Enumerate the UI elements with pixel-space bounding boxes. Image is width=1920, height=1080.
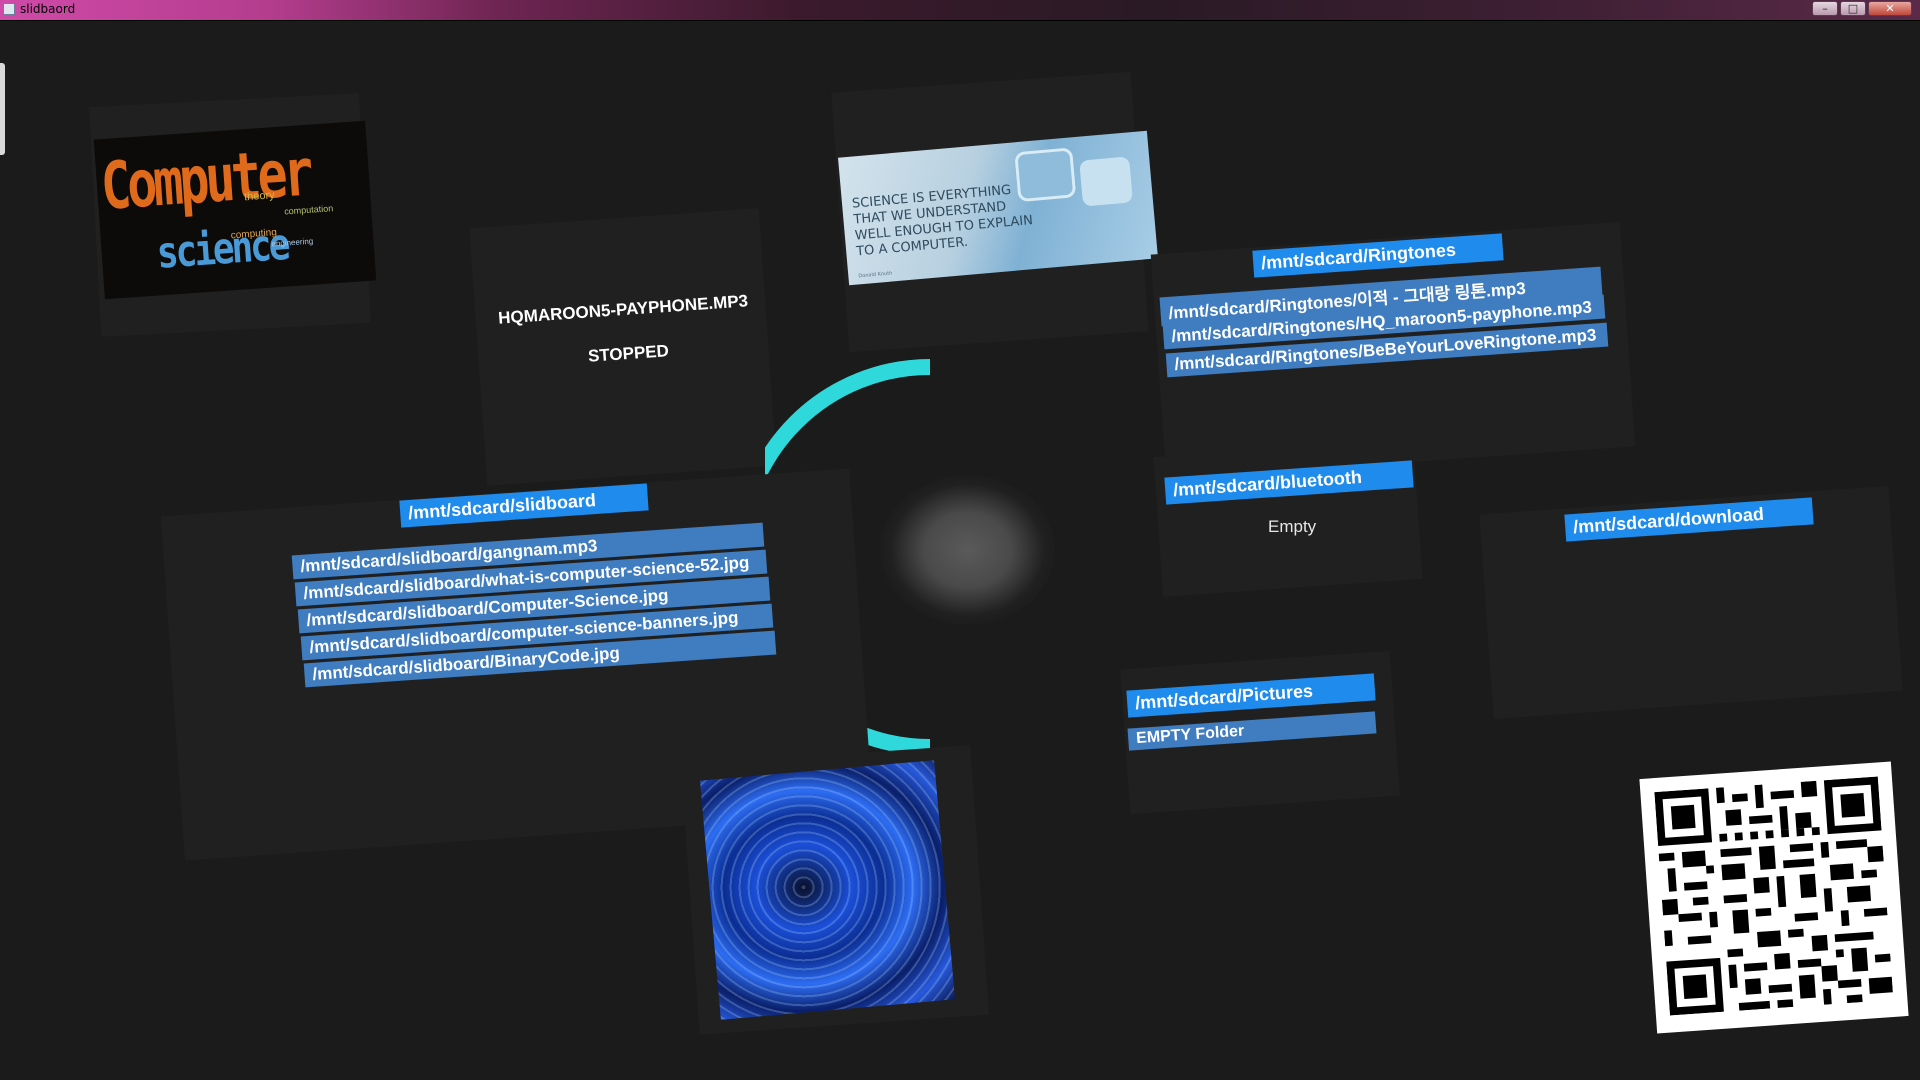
binary-tunnel-image[interactable] <box>699 760 956 1020</box>
qr-code <box>1654 776 1893 1016</box>
empty-label-bluetooth: Empty <box>1268 517 1317 536</box>
image-word: engineering <box>271 236 314 249</box>
close-button[interactable]: ✕ <box>1868 1 1912 16</box>
side-drawer-handle[interactable] <box>0 63 5 155</box>
center-orb[interactable] <box>880 475 1055 625</box>
quote-image[interactable]: SCIENCE IS EVERYTHING THAT WE UNDERSTAND… <box>838 130 1158 286</box>
image-word-computer: Computer <box>98 134 313 225</box>
qr-code-card[interactable] <box>1639 761 1909 1034</box>
binary-pattern <box>699 760 956 1020</box>
window-titlebar: slidbaord – □ ✕ <box>0 0 1920 21</box>
computer-science-image[interactable]: Computer science theory computing comput… <box>93 120 377 300</box>
quote-text: SCIENCE IS EVERYTHING THAT WE UNDERSTAND… <box>851 181 1037 284</box>
image-word: computation <box>283 203 334 217</box>
app-icon <box>3 3 15 15</box>
keyboard-key-graphic <box>1079 156 1134 207</box>
image-word: theory <box>243 189 276 204</box>
minimize-button[interactable]: – <box>1812 1 1838 16</box>
maximize-button[interactable]: □ <box>1840 1 1866 16</box>
window-title: slidbaord <box>20 2 76 16</box>
